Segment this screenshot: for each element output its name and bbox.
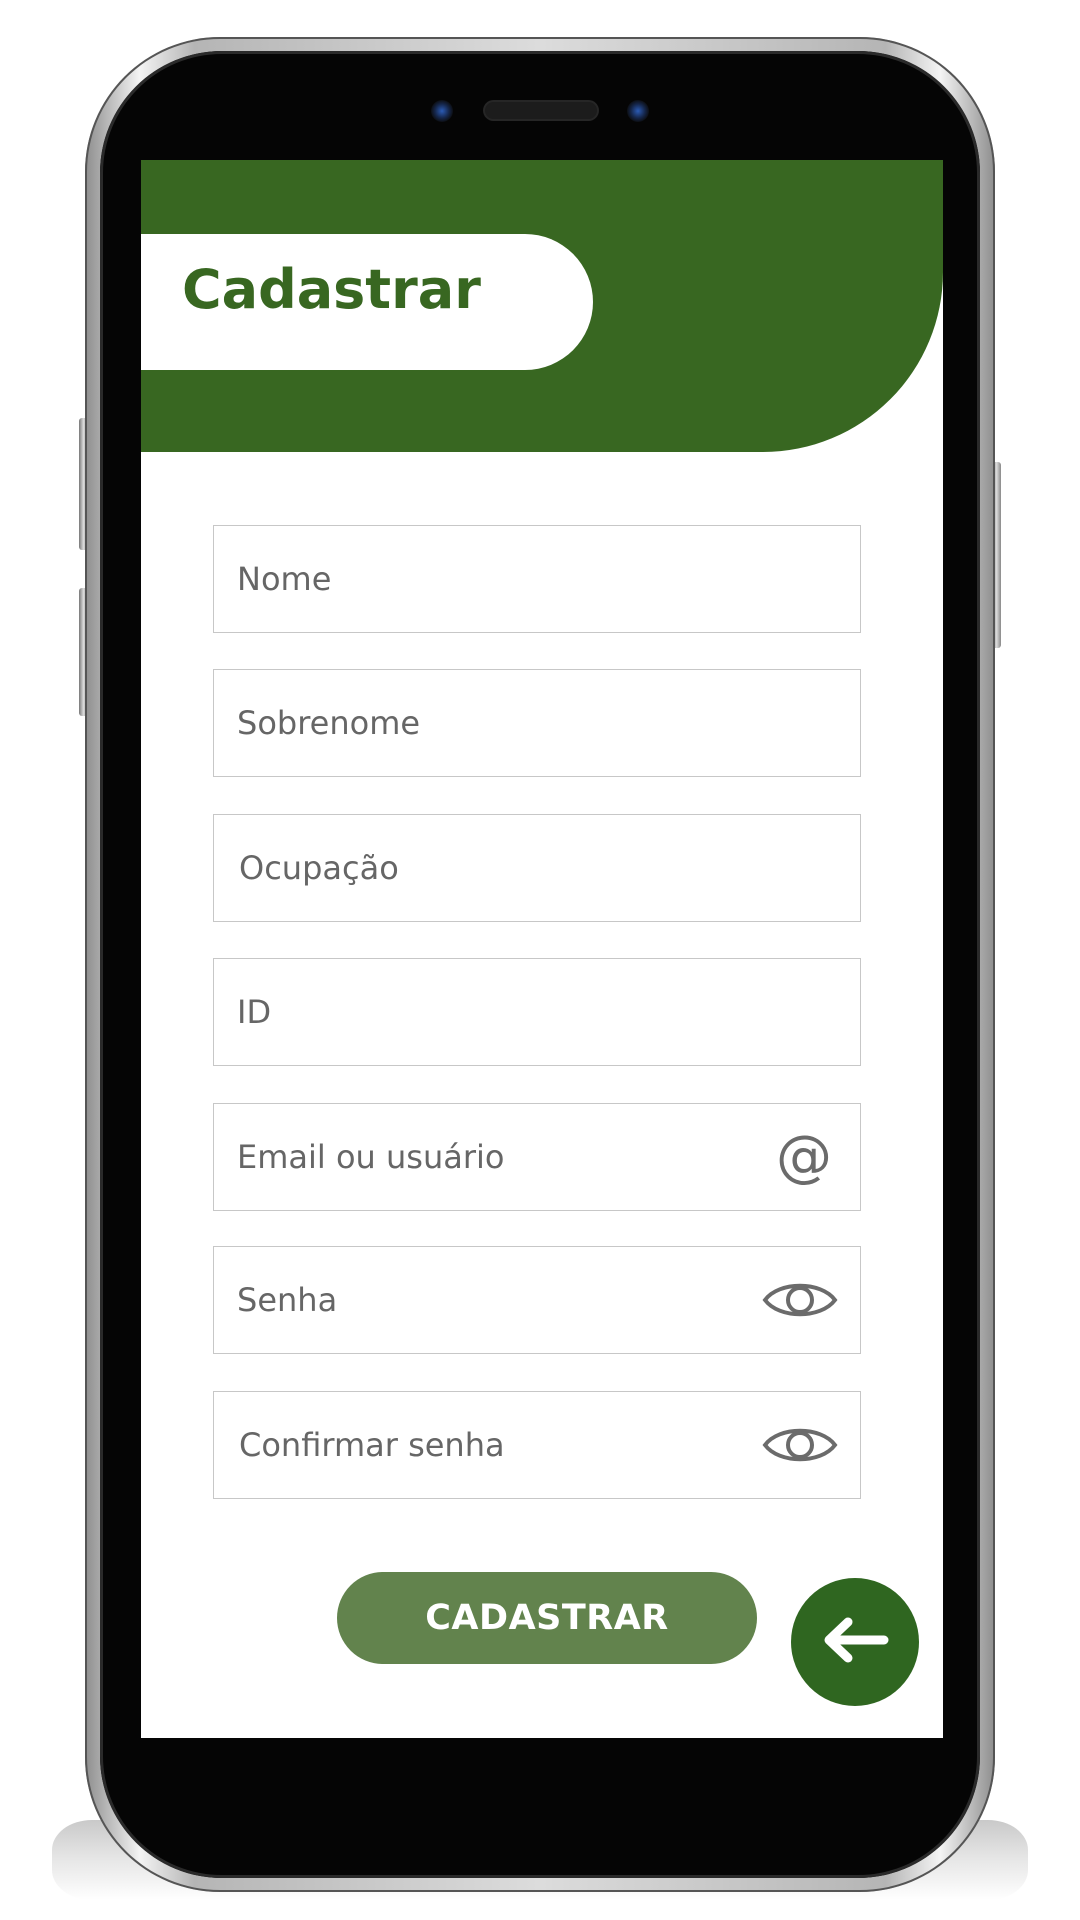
earpiece-speaker bbox=[485, 102, 597, 119]
back-button[interactable] bbox=[791, 1578, 919, 1706]
eye-icon[interactable] bbox=[762, 1278, 838, 1322]
proximity-sensor-icon bbox=[627, 100, 649, 122]
occupation-field-placeholder: Ocupação bbox=[239, 849, 399, 887]
stage: Cadastrar Nome Sobrenome Ocupação ID Ema… bbox=[0, 0, 1080, 1920]
page-title: Cadastrar bbox=[182, 258, 481, 321]
eye-icon[interactable] bbox=[762, 1423, 838, 1467]
front-camera-icon bbox=[431, 100, 453, 122]
arrow-left-icon bbox=[820, 1615, 890, 1669]
id-field-placeholder: ID bbox=[237, 993, 272, 1031]
password-field[interactable]: Senha bbox=[213, 1246, 861, 1354]
occupation-field[interactable]: Ocupação bbox=[213, 814, 861, 922]
email-field[interactable]: Email ou usuário @ bbox=[213, 1103, 861, 1211]
app-screen: Cadastrar Nome Sobrenome Ocupação ID Ema… bbox=[141, 160, 943, 1738]
name-field-placeholder: Nome bbox=[237, 560, 332, 598]
id-field[interactable]: ID bbox=[213, 958, 861, 1066]
password-field-placeholder: Senha bbox=[237, 1281, 338, 1319]
surname-field[interactable]: Sobrenome bbox=[213, 669, 861, 777]
confirm-password-field[interactable]: Confirmar senha bbox=[213, 1391, 861, 1499]
name-field[interactable]: Nome bbox=[213, 525, 861, 633]
at-icon: @ bbox=[776, 1124, 832, 1189]
surname-field-placeholder: Sobrenome bbox=[237, 704, 421, 742]
email-field-placeholder: Email ou usuário bbox=[237, 1138, 505, 1176]
confirm-password-field-placeholder: Confirmar senha bbox=[239, 1426, 505, 1464]
register-button[interactable]: CADASTRAR bbox=[337, 1572, 757, 1664]
